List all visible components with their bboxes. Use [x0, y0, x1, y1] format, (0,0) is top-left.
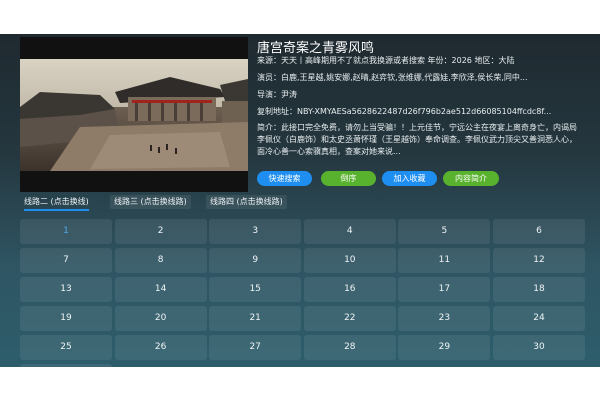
episode-button[interactable]: 13	[20, 277, 112, 302]
source-info: 来源：天天丨高峰期用不了就点我换源或者搜索 年份：2026 地区：大陆	[257, 56, 515, 65]
reverse-order-button[interactable]: 倒序	[321, 171, 376, 186]
episode-button[interactable]: 15	[209, 277, 302, 302]
video-poster[interactable]	[20, 37, 248, 192]
actors-info: 演员：白鹿,王星越,姚安娜,赵晴,赵弈钦,张维娜,代露娃,李欣泽,侯长荣,同中.…	[257, 73, 528, 82]
episode-button[interactable]: 6	[493, 219, 585, 244]
episode-button[interactable]: 3	[209, 219, 302, 244]
episode-button[interactable]: 28	[303, 335, 396, 360]
episode-button[interactable]: 7	[20, 248, 112, 273]
episode-button[interactable]: 8	[114, 248, 207, 273]
episode-button[interactable]: 31	[20, 364, 112, 367]
episode-button[interactable]: 17	[398, 277, 491, 302]
episode-button[interactable]: 24	[493, 306, 585, 331]
episode-button[interactable]: 25	[20, 335, 112, 360]
palace-scene-image	[20, 37, 248, 192]
quick-search-button[interactable]: 快速搜索	[257, 171, 312, 186]
episode-button[interactable]: 26	[114, 335, 207, 360]
tab-route-2[interactable]: 线路二 (点击换线)	[20, 195, 93, 211]
episode-button[interactable]: 11	[398, 248, 491, 273]
content-intro-button[interactable]: 内容简介	[443, 171, 499, 186]
episode-button[interactable]: 4	[303, 219, 396, 244]
episode-button[interactable]: 22	[303, 306, 396, 331]
add-favorite-button[interactable]: 加入收藏	[382, 171, 437, 186]
episode-button[interactable]: 2	[114, 219, 207, 244]
copy-address[interactable]: 复制地址：NBY-XMYAESa5628622487d26f796b2ae512…	[257, 106, 579, 118]
episode-button[interactable]: 20	[114, 306, 207, 331]
episode-button[interactable]: 1	[20, 219, 112, 244]
episode-button[interactable]: 18	[493, 277, 585, 302]
episode-button[interactable]: 5	[398, 219, 491, 244]
video-title: 唐宫奇案之青雾风鸣	[257, 41, 375, 56]
episode-button[interactable]: 10	[303, 248, 396, 273]
summary-text: 简介：此接口完全免费，请勿上当受骗！！上元佳节，宁远公主在夜宴上离奇身亡，内谒局…	[257, 123, 577, 156]
episode-button[interactable]: 19	[20, 306, 112, 331]
episode-button[interactable]: 21	[209, 306, 302, 331]
episode-button[interactable]: 29	[398, 335, 491, 360]
episode-button[interactable]: 14	[114, 277, 207, 302]
episode-button[interactable]: 9	[209, 248, 302, 273]
tab-route-4[interactable]: 线路四 (点击换线路)	[206, 195, 287, 209]
director-info: 导演：尹涛	[257, 90, 297, 99]
episode-button[interactable]: 12	[493, 248, 585, 273]
episode-button[interactable]: 30	[493, 335, 585, 360]
episode-button[interactable]: 27	[209, 335, 302, 360]
episode-button[interactable]: 16	[303, 277, 396, 302]
tab-route-3[interactable]: 线路三 (点击换线路)	[110, 195, 191, 209]
episode-button[interactable]: 23	[398, 306, 491, 331]
player-detail-screen: 唐宫奇案之青雾风鸣 来源：天天丨高峰期用不了就点我换源或者搜索 年份：2026 …	[0, 34, 600, 367]
